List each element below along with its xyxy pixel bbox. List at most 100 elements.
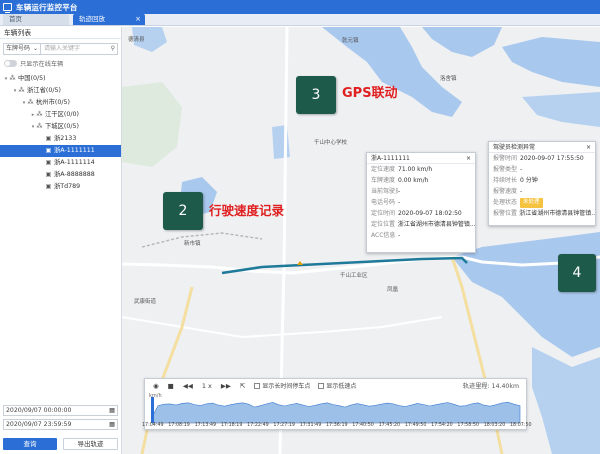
fast-forward-icon[interactable]: ▶▶ xyxy=(221,382,231,390)
info-value: 71.00 km/h xyxy=(398,166,433,173)
tab-home[interactable]: 首页 xyxy=(3,14,69,25)
low-speed-label: 显示低速点 xyxy=(326,383,357,390)
playback-speed[interactable]: 1 x xyxy=(202,382,212,390)
search-type-select[interactable]: 车牌号码 ⌄ xyxy=(3,43,41,55)
map-place-label: 乾元镇 xyxy=(342,38,359,44)
online-only-row: 只显示在线车辆 xyxy=(4,59,118,68)
info-row: 报警速度 - xyxy=(489,186,595,197)
info-row: 车牌速度 0.00 km/h xyxy=(367,175,475,186)
query-button[interactable]: 查询 xyxy=(3,438,57,450)
tree-item-label: 浙A-1111114 xyxy=(54,159,95,166)
speed-area xyxy=(151,401,521,424)
search-input[interactable]: 请输入关键字 ⚲ xyxy=(41,43,118,55)
close-icon[interactable]: × xyxy=(586,142,591,152)
playhead-handle[interactable] xyxy=(151,397,154,423)
car-icon: ▣ xyxy=(45,147,52,154)
tree-vehicle-item[interactable]: ▣ 浙Td789 xyxy=(0,181,121,193)
tree-item-label: 浙2133 xyxy=(54,135,77,142)
tree-org-item[interactable]: ▾ ⁂ 中国(0/5) xyxy=(0,73,121,85)
annotation-badge-3: 3 xyxy=(296,76,336,114)
tree-vehicle-item[interactable]: ▣ 浙A-8888888 xyxy=(0,169,121,181)
tree-item-label: 浙Td789 xyxy=(54,183,81,190)
long-stop-label: 显示长时间停车点 xyxy=(262,383,311,390)
online-only-toggle[interactable] xyxy=(4,60,17,67)
export-track-button[interactable]: 导出轨迹 xyxy=(63,438,118,450)
tab-home-label: 首页 xyxy=(9,15,22,23)
track-playback-panel: ◉ ■ ◀◀ 1 x ▶▶ ⇱ 显示长时间停车点 显示低速点 轨迹里程: 14.… xyxy=(142,378,532,430)
chevron-down-icon: ⌄ xyxy=(32,45,38,52)
end-time-input[interactable]: 2020/09/07 23:59:59 ▦ xyxy=(3,419,118,430)
alarm-popup-title: 驾驶员检测异常 xyxy=(493,144,536,151)
tree-item-label: 浙江省(0/5) xyxy=(27,87,61,94)
vehicle-info-popup: 浙A-1111111 × 定位速度 71.00 km/h 车牌速度 0.00 km/h… xyxy=(366,152,476,253)
info-value: 0.00 km/h xyxy=(398,177,429,184)
vehicle-popup-title: 浙A-1111111 xyxy=(371,155,410,162)
map-place-label: 德清县 xyxy=(128,37,145,43)
fullscreen-icon[interactable]: ⇱ xyxy=(240,382,245,390)
vehicle-popup-header: 浙A-1111111 × xyxy=(367,153,475,164)
info-key: 报警类型 xyxy=(493,166,518,173)
tree-vehicle-item[interactable]: ▣ 浙2133 xyxy=(0,133,121,145)
info-key: 持续时长 xyxy=(493,177,518,184)
tree-vehicle-item[interactable]: ▣ 浙A-1111114 xyxy=(0,157,121,169)
car-icon: ▣ xyxy=(45,183,52,190)
tree-org-item[interactable]: ▾ ⁂ 浙江省(0/5) xyxy=(0,85,121,97)
map-place-label: 武康街道 xyxy=(134,299,157,305)
info-value: - xyxy=(398,232,401,239)
info-key: 定位速度 xyxy=(371,166,396,173)
online-only-label: 只显示在线车辆 xyxy=(20,61,64,68)
rewind-icon[interactable]: ◀◀ xyxy=(183,382,193,390)
tree-item-label: 中国(0/5) xyxy=(18,75,46,82)
info-value: - xyxy=(398,199,401,206)
tree-org-item[interactable]: ▸ ⁂ 江干区(0/0) xyxy=(0,109,121,121)
tree-item-label: 杭州市(0/5) xyxy=(36,99,70,106)
search-icon[interactable]: ⚲ xyxy=(111,44,115,54)
info-key: 处理状态 xyxy=(493,199,518,206)
info-value: 2020-09-07 17:55:50 xyxy=(520,155,584,162)
time-tick: 17:22:49 xyxy=(247,423,269,428)
time-tick: 18:07:50 xyxy=(510,423,532,428)
info-value: - xyxy=(398,188,401,195)
info-row: 处理状态 未处理 xyxy=(489,197,595,208)
long-stop-checkbox[interactable] xyxy=(254,382,261,389)
speed-chart[interactable] xyxy=(145,395,528,425)
info-value: 2020-09-07 18:02:50 xyxy=(398,210,462,217)
stop-icon[interactable]: ■ xyxy=(168,382,174,390)
playback-speed-value: 1 xyxy=(201,381,206,390)
car-icon: ▣ xyxy=(45,171,52,178)
annotation-label-gps: GPS联动 xyxy=(342,86,398,101)
time-tick: 17:54:20 xyxy=(431,423,453,428)
info-row: 定位位置 浙江省湖州市德清县钟管镇... xyxy=(367,219,475,230)
info-key: 车牌速度 xyxy=(371,177,396,184)
time-tick: 17:13:49 xyxy=(194,423,217,428)
info-key: 报警速度 xyxy=(493,188,518,195)
status-badge: 未处理 xyxy=(520,198,543,208)
tree-vehicle-item[interactable]: ▣ 浙A-1111111 xyxy=(0,145,121,157)
info-value: 0 分钟 xyxy=(520,177,538,184)
tree-org-item[interactable]: ▾ ⁂ 杭州市(0/5) xyxy=(0,97,121,109)
time-tick: 17:04:49 xyxy=(142,423,164,428)
play-icon[interactable]: ◉ xyxy=(153,382,159,390)
org-tree-icon: ⁂ xyxy=(36,111,43,118)
car-icon: ▣ xyxy=(45,135,52,142)
close-icon[interactable]: × xyxy=(135,16,141,23)
tab-track-playback[interactable]: 轨迹回放 × xyxy=(73,14,145,25)
info-value: 浙江省湖州市德清县钟管镇... xyxy=(397,221,475,228)
org-tree-icon: ⁂ xyxy=(9,75,16,82)
annotation-badge-4: 4 xyxy=(558,254,596,292)
start-time-input[interactable]: 2020/09/07 00:00:00 ▦ xyxy=(3,405,118,416)
vehicle-tree: ▾ ⁂ 中国(0/5) ▾ ⁂ 浙江省(0/5) ▾ ⁂ 杭州市(0/5) ▸ ⁂ 江干区(0/0) ▾… xyxy=(0,73,121,193)
time-tick: 18:03:20 xyxy=(483,423,506,428)
close-icon[interactable]: × xyxy=(466,153,471,163)
tab-track-playback-label: 轨迹回放 xyxy=(79,15,105,23)
tree-org-item[interactable]: ▾ ⁂ 下城区(0/5) xyxy=(0,121,121,133)
low-speed-checkbox[interactable] xyxy=(318,382,325,389)
info-key: 定位时间 xyxy=(371,210,396,217)
time-tick: 17:08:19 xyxy=(168,423,190,428)
playback-speed-unit: x xyxy=(208,381,212,390)
info-key: 报警时间 xyxy=(493,155,518,162)
search-row: 车牌号码 ⌄ 请输入关键字 ⚲ xyxy=(3,43,118,55)
info-value: - xyxy=(520,188,523,195)
time-tick: 17:49:50 xyxy=(404,423,427,428)
info-row: 电话号码 - xyxy=(367,197,475,208)
